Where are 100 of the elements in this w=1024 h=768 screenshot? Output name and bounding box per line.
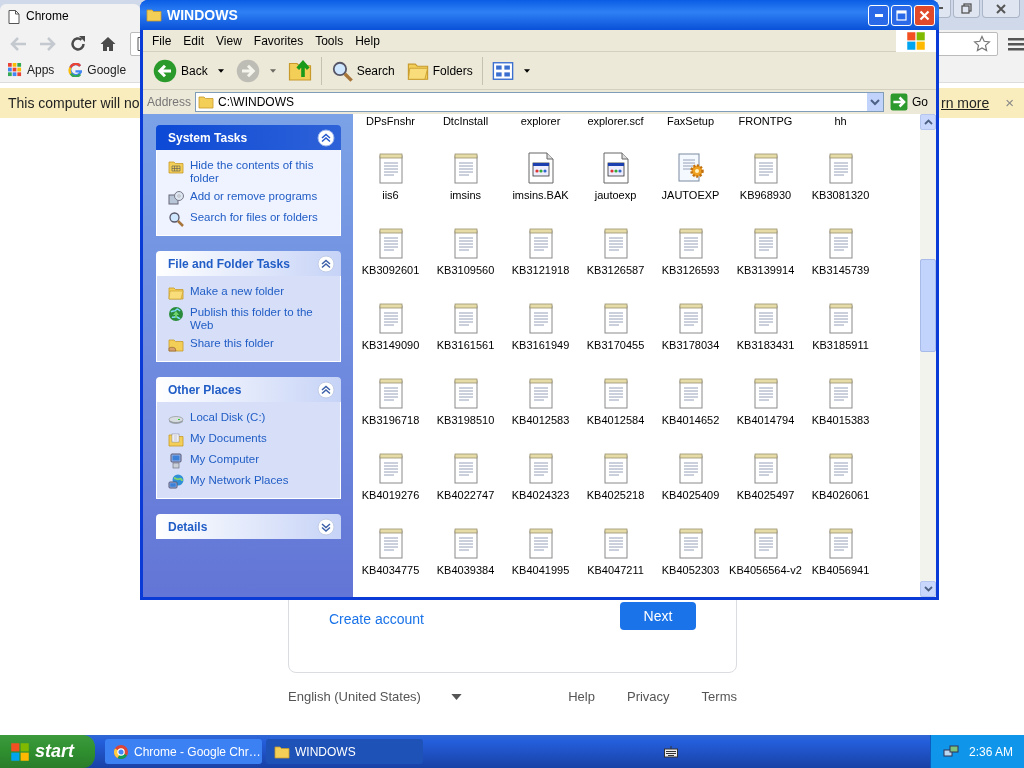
expand-button[interactable] [317,517,335,536]
file-name[interactable]: KB4015383 [811,413,870,427]
file-name[interactable]: explorer [520,114,561,128]
file-name[interactable]: KB3121918 [511,263,570,277]
language-dropdown[interactable]: English (United States) [288,687,462,707]
file-name[interactable]: KB3161949 [511,338,570,352]
task-link[interactable]: Hide the contents of this folder [190,159,332,185]
file-name[interactable]: hh [834,114,847,128]
menu-item[interactable]: Help [349,31,386,50]
file-name[interactable]: iis6 [382,188,399,202]
scroll-thumb[interactable] [920,259,936,352]
file-name[interactable]: JAUTOEXP [661,188,720,202]
menu-item[interactable]: Tools [309,31,350,50]
dropdown-icon[interactable] [870,98,880,106]
menu-icon[interactable] [1008,36,1024,51]
file-name[interactable]: KB3185911 [812,338,869,352]
file-name[interactable]: KB4024323 [511,488,570,502]
task-link[interactable]: Search for files or folders [190,211,318,224]
task-link[interactable]: Share this folder [190,337,274,350]
task-link[interactable]: Make a new folder [190,285,284,298]
file-name[interactable]: KB3109560 [436,263,495,277]
footer-link[interactable]: Help [568,687,595,707]
file-name[interactable]: KB3145739 [811,263,870,277]
bookmark-link[interactable]: Google [68,60,127,79]
taskbar-button[interactable]: Chrome - Google Chr… [105,739,262,764]
start-button[interactable]: start [0,735,95,768]
file-name[interactable]: explorer.scf [587,114,644,128]
back-button[interactable]: Back [150,56,227,85]
file-name[interactable]: KB4014652 [661,413,720,427]
create-account-link[interactable]: Create account [329,609,424,630]
file-name[interactable]: KB4026061 [811,488,870,502]
scroll-down-icon[interactable] [923,586,933,592]
bookmark-link[interactable]: Apps [8,60,55,79]
collapse-button[interactable] [317,380,335,399]
taskbar-button[interactable]: WINDOWS [266,739,423,764]
task-link[interactable]: My Computer [190,453,260,466]
footer-link[interactable]: Terms [701,687,737,707]
file-name[interactable]: KB3126587 [586,263,645,277]
file-name[interactable]: KB4019276 [361,488,420,502]
file-name[interactable]: KB3149090 [361,338,420,352]
file-name[interactable]: imsins.BAK [512,188,569,202]
address-field[interactable]: C:\WINDOWS [195,92,884,112]
scroll-up-icon[interactable] [923,119,933,125]
file-name[interactable]: KB3196718 [361,413,420,427]
file-name[interactable]: KB4056564-v2 [729,563,802,577]
file-name[interactable]: FRONTPG [738,114,793,128]
file-name[interactable]: KB4025218 [586,488,645,502]
file-name[interactable]: KB3198510 [436,413,495,427]
file-name[interactable]: KB3183431 [736,338,795,352]
task-link[interactable]: My Network Places [190,474,289,487]
file-name[interactable]: DPsFnshr [366,114,415,128]
file-name[interactable]: KB4014794 [736,413,795,427]
star-icon[interactable] [973,34,992,53]
file-name[interactable]: KB4056941 [811,563,870,577]
file-name[interactable]: KB4034775 [361,563,420,577]
file-name[interactable]: KB4012584 [586,413,645,427]
file-name[interactable]: KB3126593 [661,263,720,277]
file-name[interactable]: DtcInstall [442,114,489,128]
file-name[interactable]: KB3092601 [361,263,420,277]
file-name[interactable]: KB4025409 [661,488,720,502]
file-name[interactable]: KB4047211 [587,563,644,577]
task-link[interactable]: Add or remove programs [190,190,318,203]
file-name[interactable]: KB4022747 [436,488,495,502]
file-name[interactable]: KB4052303 [661,563,720,577]
file-name[interactable]: jautoexp [594,188,637,202]
folders-button[interactable]: Folders [403,57,476,84]
file-name[interactable]: KB4012583 [511,413,570,427]
file-name[interactable]: KB968930 [739,188,792,202]
browser-tab[interactable]: Chrome [0,4,140,30]
menu-item[interactable]: View [210,31,248,50]
network-tray-icon[interactable] [943,743,959,760]
task-link[interactable]: Local Disk (C:) [190,411,266,424]
scrollbar[interactable] [920,114,936,597]
task-link[interactable]: Publish this folder to the Web [190,306,332,332]
file-name[interactable]: KB3139914 [736,263,795,277]
menu-item[interactable]: Favorites [247,31,310,50]
menu-item[interactable]: Edit [177,31,211,50]
file-name[interactable]: KB4025497 [736,488,795,502]
task-link[interactable]: My Documents [190,432,267,445]
next-button[interactable]: Next [620,602,696,630]
menu-item[interactable]: File [146,31,178,50]
file-name[interactable]: KB4039384 [436,563,495,577]
file-name[interactable]: KB3081320 [811,188,870,202]
minimize-button[interactable] [868,4,889,26]
go-button[interactable]: Go [888,93,932,111]
search-button[interactable]: Search [327,57,398,84]
learn-more-link[interactable]: rn more [941,92,990,114]
collapse-button[interactable] [317,254,335,273]
collapse-button[interactable] [317,128,335,147]
file-name[interactable]: KB3178034 [661,338,720,352]
close-button[interactable] [982,0,1020,18]
file-name[interactable]: KB4041995 [511,563,570,577]
restore-button[interactable] [953,0,980,18]
footer-link[interactable]: Privacy [627,687,670,707]
file-name[interactable]: KB3161561 [436,338,495,352]
file-name[interactable]: FaxSetup [666,114,715,128]
maximize-button[interactable] [891,4,912,26]
file-name[interactable]: imsins [449,188,482,202]
keyboard-icon[interactable] [663,745,678,758]
file-name[interactable]: KB3170455 [586,338,645,352]
